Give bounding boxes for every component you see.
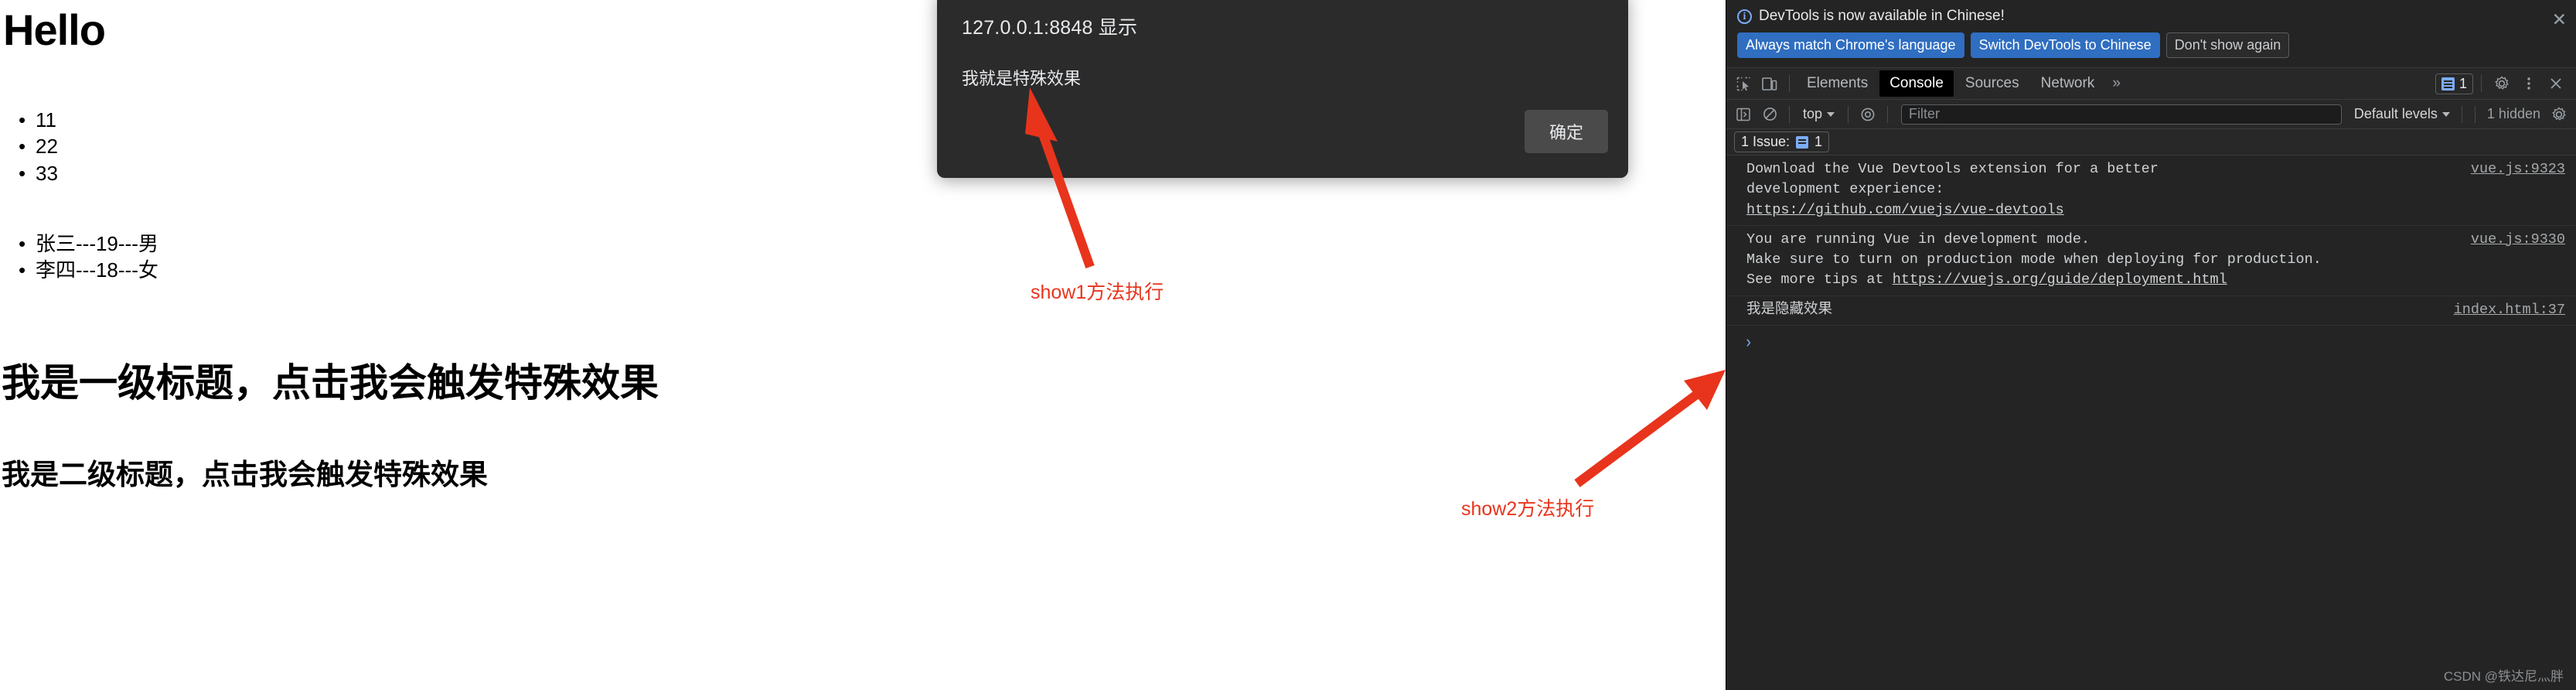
bullet-icon xyxy=(19,107,36,133)
list-item: 33 xyxy=(19,160,58,186)
list-item-label: 11 xyxy=(36,108,56,132)
always-match-language-button[interactable]: Always match Chrome's language xyxy=(1737,32,1964,58)
issues-badge[interactable]: 1 xyxy=(2435,73,2473,94)
bullet-icon xyxy=(19,231,36,257)
more-options-icon[interactable] xyxy=(2516,72,2541,95)
tab-elements[interactable]: Elements xyxy=(1797,70,1878,97)
people-list: 张三---19---男 李四---18---女 xyxy=(19,231,158,284)
devtools-panel: i DevTools is now available in Chinese! … xyxy=(1726,0,2576,690)
heading-level-2[interactable]: 我是二级标题，点击我会触发特殊效果 xyxy=(2,451,488,493)
console-message-line: Download the Vue Devtools extension for … xyxy=(1746,161,2159,177)
toolbar-divider xyxy=(1848,105,1849,123)
console-filter-input[interactable] xyxy=(1901,104,2342,125)
chevron-down-icon xyxy=(2441,111,2450,117)
console-message-link[interactable]: https://vuejs.org/guide/deployment.html xyxy=(1893,272,2227,288)
info-icon: i xyxy=(1737,9,1752,24)
list-item: 李四---18---女 xyxy=(19,257,158,283)
console-message-row: Download the Vue Devtools extension for … xyxy=(1726,155,2576,226)
toolbar-divider xyxy=(2481,75,2482,92)
console-message-prefix: See more tips at xyxy=(1746,272,1893,289)
console-levels-select[interactable]: Default levels xyxy=(2349,104,2455,125)
console-message-line-with-link: See more tips at https://vuejs.org/guide… xyxy=(1746,270,2565,290)
toolbar-divider xyxy=(1789,75,1790,92)
list-item-label: 张三---19---男 xyxy=(36,232,158,255)
banner-button-row: Always match Chrome's language Switch De… xyxy=(1737,32,2565,58)
toolbar-divider xyxy=(1887,105,1889,123)
javascript-alert-dialog: 127.0.0.1:8848 显示 我就是特殊效果 确定 xyxy=(937,0,1628,178)
close-devtools-icon[interactable] xyxy=(2544,72,2568,95)
alert-message-text: 我就是特殊效果 xyxy=(962,69,1082,88)
console-message-link[interactable]: https://github.com/vuejs/vue-devtools xyxy=(1746,200,2565,220)
tabbar-right-controls: 1 xyxy=(2435,72,2571,95)
console-settings-gear-icon[interactable] xyxy=(2547,103,2571,126)
annotation-label-show1: show1方法执行 xyxy=(1031,282,1164,303)
console-message-line: Make sure to turn on production mode whe… xyxy=(1746,251,2322,268)
annotation-label-show2: show2方法执行 xyxy=(1461,498,1595,520)
issues-summary-count: 1 xyxy=(1814,134,1823,149)
console-message-row: 我是隐藏效果 index.html:37 xyxy=(1726,296,2576,326)
console-levels-value: Default levels xyxy=(2353,106,2438,121)
bullet-icon xyxy=(19,257,36,283)
console-message-line: 我是隐藏效果 xyxy=(1746,301,1833,318)
gear-icon[interactable] xyxy=(2489,72,2514,95)
banner-message-row: i DevTools is now available in Chinese! xyxy=(1737,8,2565,25)
issues-badge-count: 1 xyxy=(2458,75,2467,91)
issue-icon xyxy=(1796,135,1809,149)
console-input-prompt[interactable]: › xyxy=(1726,326,2576,360)
device-toolbar-icon[interactable] xyxy=(1757,72,1782,95)
console-message-list: Download the Vue Devtools extension for … xyxy=(1726,155,2576,361)
execution-context-select[interactable]: top xyxy=(1797,104,1841,125)
number-list: 11 22 33 xyxy=(19,107,58,186)
tab-sources[interactable]: Sources xyxy=(1955,70,2029,97)
bullet-icon xyxy=(19,133,36,159)
list-item: 张三---19---男 xyxy=(19,231,158,257)
list-item: 11 xyxy=(19,107,58,133)
console-message-row: You are running Vue in development mode.… xyxy=(1726,226,2576,296)
hidden-messages-count: 1 hidden xyxy=(2486,106,2540,121)
live-expression-eye-icon[interactable] xyxy=(1855,103,1880,126)
devtools-language-banner: i DevTools is now available in Chinese! … xyxy=(1726,0,2576,68)
execution-context-value: top xyxy=(1803,106,1823,121)
list-item-label: 22 xyxy=(36,135,58,159)
inspect-element-icon[interactable] xyxy=(1731,72,1756,95)
list-item-label: 李四---18---女 xyxy=(36,258,158,282)
alert-button-row: 确定 xyxy=(1524,110,1608,153)
console-issues-strip: 1 Issue: 1 xyxy=(1726,129,2576,155)
list-item-label: 33 xyxy=(36,161,58,185)
bullet-icon xyxy=(19,160,36,186)
chevron-down-icon xyxy=(1827,111,1835,117)
screenshot-root: Hello 11 22 33 张三---19---男 李四---18---女 我… xyxy=(0,0,2576,690)
alert-origin-label: 127.0.0.1:8848 显示 xyxy=(962,17,1138,39)
prompt-chevron-icon: › xyxy=(1743,333,1753,353)
switch-devtools-to-chinese-button[interactable]: Switch DevTools to Chinese xyxy=(1970,32,2160,58)
console-source-link[interactable]: vue.js:9330 xyxy=(2471,230,2565,250)
issue-icon xyxy=(2441,77,2455,91)
console-source-link[interactable]: index.html:37 xyxy=(2454,300,2565,320)
console-sidebar-toggle-icon[interactable] xyxy=(1731,103,1756,126)
console-source-link[interactable]: vue.js:9323 xyxy=(2471,159,2565,179)
watermark-label: CSDN @铁达尼灬胖 xyxy=(2443,669,2564,684)
more-tabs-chevron-icon[interactable]: » xyxy=(2106,72,2127,95)
console-message-line: You are running Vue in development mode. xyxy=(1746,231,2090,248)
issues-summary-label: 1 Issue: xyxy=(1741,134,1791,149)
clear-console-icon[interactable] xyxy=(1757,103,1782,126)
toolbar-divider xyxy=(1789,105,1790,123)
banner-message-text: DevTools is now available in Chinese! xyxy=(1759,8,2005,24)
tab-network[interactable]: Network xyxy=(2031,70,2105,97)
issues-summary-pill[interactable]: 1 Issue: 1 xyxy=(1734,132,1830,152)
close-icon[interactable]: ✕ xyxy=(2552,11,2567,29)
heading-level-1[interactable]: 我是一级标题，点击我会触发特殊效果 xyxy=(2,352,659,408)
console-message-line: development experience: xyxy=(1746,181,1944,198)
page-title-hello: Hello xyxy=(3,5,106,54)
list-item: 22 xyxy=(19,133,58,159)
console-toolbar: top Default levels 1 hidden xyxy=(1726,100,2576,129)
dont-show-again-button[interactable]: Don't show again xyxy=(2165,32,2290,58)
alert-ok-button[interactable]: 确定 xyxy=(1524,110,1608,153)
devtools-tabbar: Elements Console Sources Network » 1 xyxy=(1726,68,2576,100)
tab-console[interactable]: Console xyxy=(1879,70,1954,97)
